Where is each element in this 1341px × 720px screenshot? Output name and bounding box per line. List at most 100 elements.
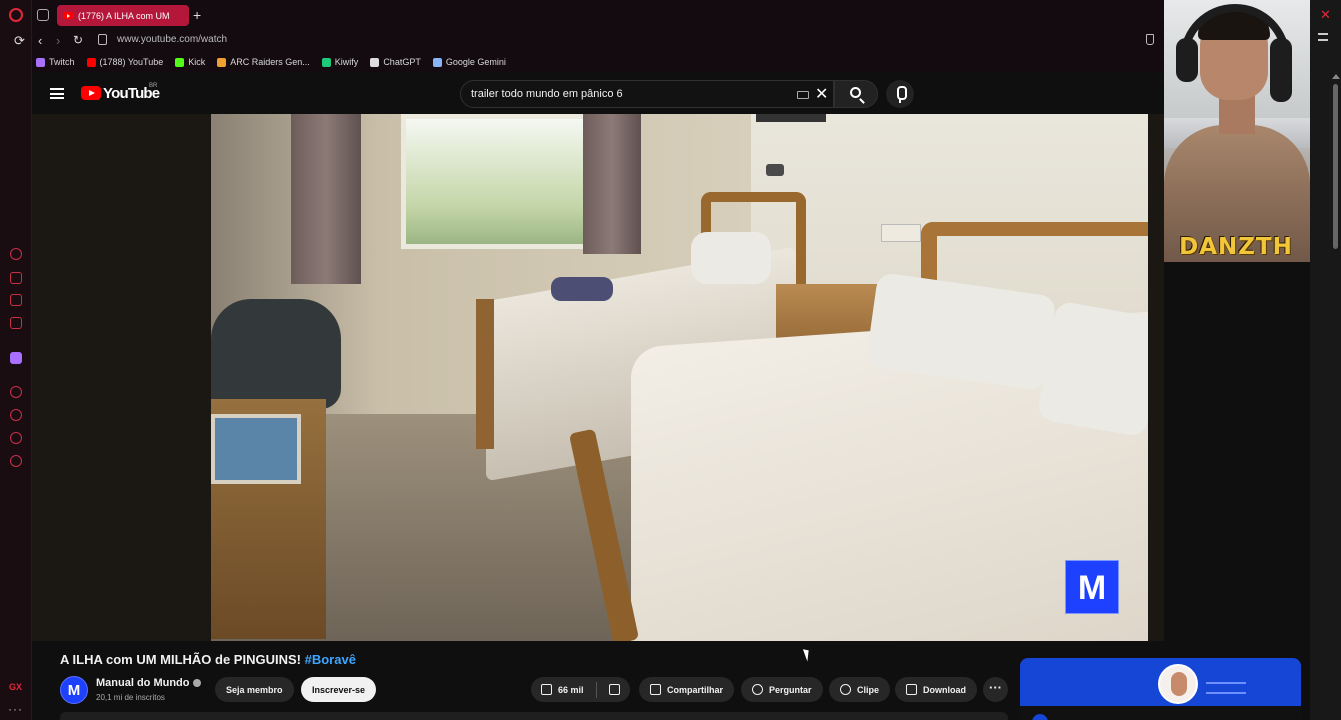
bookmark-favicon-icon: [432, 57, 442, 67]
bookmark-favicon-icon: [86, 57, 96, 67]
youtube-logo-icon[interactable]: [81, 86, 101, 100]
headset-earcup: [1270, 38, 1292, 102]
subscribe-button[interactable]: Inscrever-se: [301, 677, 377, 702]
scene-chair: [211, 299, 341, 409]
search-box[interactable]: trailer todo mundo em pânico 6 ✕: [460, 80, 834, 108]
tab-title: (1776) A ILHA com UM: [78, 10, 170, 21]
bookmark-item[interactable]: Kick: [175, 57, 205, 67]
opera-logo-icon[interactable]: [9, 8, 23, 22]
channel-avatar[interactable]: M: [60, 676, 88, 704]
video-title: A ILHA com UM MILHÃO de PINGUINS! #Borav…: [60, 652, 356, 667]
subscriber-count: 20,1 mi de inscritos: [96, 693, 165, 702]
history-icon[interactable]: [10, 409, 22, 421]
like-icon[interactable]: [541, 684, 552, 695]
scene-pillow: [691, 232, 771, 284]
bookmark-label: Twitch: [49, 57, 75, 67]
scroll-up-icon[interactable]: [1332, 74, 1340, 79]
search-icon: [850, 87, 861, 98]
scene-pillow: [1036, 300, 1148, 438]
bookmark-label: Kick: [188, 57, 206, 67]
ad-banner[interactable]: [1020, 658, 1301, 720]
bookmark-favicon-icon: [321, 57, 331, 67]
forward-button[interactable]: ›: [56, 33, 60, 48]
youtube-header: YouTube BR trailer todo mundo em pânico …: [32, 72, 1164, 114]
bookmark-label: Google Gemini: [445, 57, 506, 67]
reload-button[interactable]: ↻: [73, 33, 83, 47]
clear-search-icon[interactable]: ✕: [815, 84, 828, 104]
bookmark-item[interactable]: ARC Raiders Gen...: [217, 57, 310, 67]
sidebar-app-icon[interactable]: [10, 386, 22, 398]
back-button[interactable]: ‹: [38, 33, 42, 48]
share-icon: [650, 684, 661, 695]
sidebar-app-icon[interactable]: [10, 432, 22, 444]
sidebar-app-icon[interactable]: [10, 317, 22, 329]
tab-islands-icon[interactable]: [37, 9, 49, 21]
clip-button[interactable]: Clipe: [829, 677, 891, 702]
ask-button[interactable]: Perguntar: [741, 677, 823, 702]
ad-avatar: [1032, 714, 1048, 720]
channel-watermark[interactable]: M: [1065, 560, 1119, 614]
voice-search-button[interactable]: [886, 80, 914, 108]
subscribe-label: Inscrever-se: [312, 684, 366, 695]
like-count[interactable]: 66 mil: [558, 685, 584, 695]
scissors-icon: [840, 684, 851, 695]
reload-side-icon[interactable]: ⟳: [14, 33, 25, 49]
bookmark-label: ARC Raiders Gen...: [230, 57, 310, 67]
gx-label[interactable]: GX: [9, 682, 22, 692]
new-tab-button[interactable]: +: [193, 7, 201, 23]
channel-name-text[interactable]: Manual do Mundo: [96, 677, 189, 689]
bookmark-favicon-icon: [217, 57, 227, 67]
bookmark-item[interactable]: Twitch: [36, 57, 75, 67]
join-button[interactable]: Seja membro: [215, 677, 294, 702]
streamer-tag: DANZTH: [1179, 234, 1293, 260]
headset-earcup: [1176, 38, 1198, 82]
scene-fixture: [756, 114, 826, 122]
sparkle-icon: [752, 684, 763, 695]
description-box[interactable]: [60, 712, 1008, 720]
window-close-icon[interactable]: ✕: [1320, 7, 1331, 23]
search-button[interactable]: [834, 80, 878, 108]
sidebar-app-icon[interactable]: [10, 294, 22, 306]
channel-name[interactable]: Manual do Mundo: [96, 677, 202, 689]
scene-curtain: [583, 114, 641, 254]
video-hashtag[interactable]: #Boravê: [305, 652, 356, 667]
scene-outlet: [881, 224, 921, 242]
download-button[interactable]: Download: [895, 677, 977, 702]
bookmark-label: (1788) YouTube: [99, 57, 164, 67]
scrollbar-thumb[interactable]: [1333, 84, 1338, 249]
scene-lamp: [766, 164, 784, 176]
share-button[interactable]: Compartilhar: [639, 677, 735, 702]
bookmark-item[interactable]: Kiwify: [321, 57, 358, 67]
lock-icon[interactable]: [98, 34, 107, 45]
keyboard-icon[interactable]: [797, 91, 809, 99]
bookmark-item[interactable]: (1788) YouTube: [86, 57, 164, 67]
bookmark-icon[interactable]: [1146, 34, 1154, 45]
url-field[interactable]: www.youtube.com/watch: [117, 34, 227, 45]
aria-icon[interactable]: [10, 248, 22, 260]
opera-sidebar: GX ···: [0, 0, 32, 720]
scene-bed-frame: [476, 299, 494, 449]
sidebar-app-icon[interactable]: [10, 272, 22, 284]
browser-window: GX ··· (1776) A ILHA com UM + ⟳ ‹ › ↻ ww…: [0, 0, 1341, 720]
download-label: Download: [923, 684, 966, 695]
ad-portrait: [1158, 664, 1198, 704]
scene-window: [401, 114, 591, 249]
download-icon: [906, 684, 917, 695]
dislike-icon[interactable]: [608, 684, 620, 695]
video-frame[interactable]: M: [211, 114, 1148, 641]
ad-decoration: [1206, 682, 1246, 694]
youtube-favicon-icon: [63, 12, 73, 19]
more-actions-button[interactable]: ···: [983, 677, 1008, 702]
twitch-icon[interactable]: [10, 352, 22, 364]
menu-icon[interactable]: [50, 88, 64, 99]
search-input[interactable]: trailer todo mundo em pânico 6: [471, 88, 623, 100]
sidebar-more-icon[interactable]: ···: [8, 702, 23, 716]
bookmark-favicon-icon: [36, 57, 45, 67]
menu-icon[interactable]: [1318, 33, 1328, 41]
bookmark-item[interactable]: Google Gemini: [432, 57, 506, 67]
settings-icon[interactable]: [10, 455, 22, 467]
ask-label: Perguntar: [769, 684, 812, 695]
tab-youtube[interactable]: (1776) A ILHA com UM: [57, 5, 189, 26]
bookmark-item[interactable]: ChatGPT: [370, 57, 421, 67]
address-bar: ⟳ ‹ › ↻ www.youtube.com/watch: [14, 30, 1164, 52]
